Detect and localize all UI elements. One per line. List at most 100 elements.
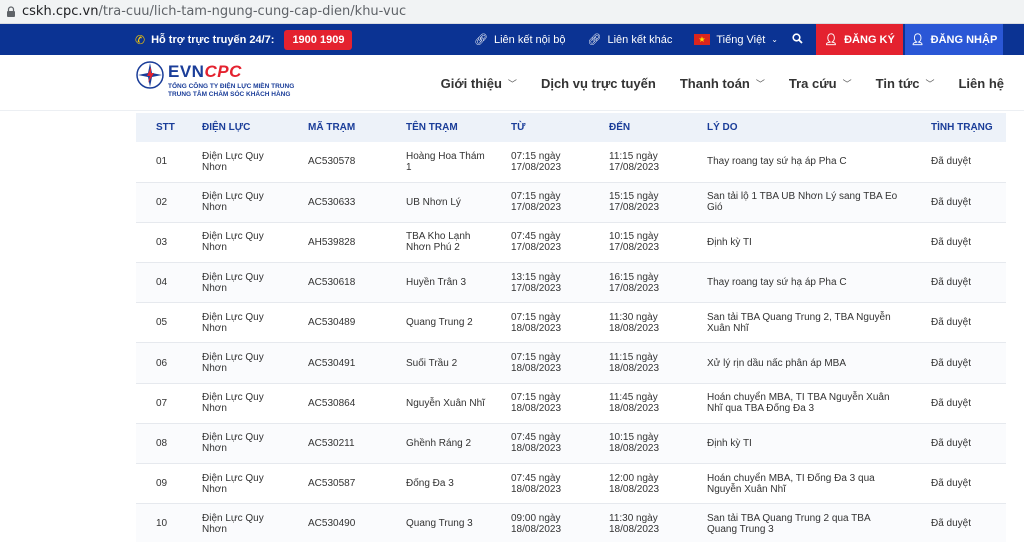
nav-thanh-toan[interactable]: Thanh toán ﹀ [680, 76, 765, 91]
cell-line: Xử lý rịn dầu nấc phân áp MBA [707, 357, 846, 369]
nav-label: Tra cứu [788, 75, 837, 91]
cell-line: Nhơn Phú 2 [406, 242, 460, 254]
cell-line: 17/08/2023 [609, 242, 660, 254]
cell-tu: 07:15 ngày 17/08/2023 [503, 182, 601, 222]
cell-line: Quang Trung 2 [406, 317, 473, 329]
evncpc-logo[interactable]: EVNCPC TỔNG CÔNG TY ĐIỆN LỰC MIỀN TRUNG … [136, 61, 294, 99]
cell-line: 10:15 ngày [609, 231, 659, 243]
login-button[interactable]: 👤︎ ĐĂNG NHẬP [905, 24, 1003, 55]
cell-ly-do: Định kỳ TI [699, 423, 923, 463]
cell-line: Gió [707, 202, 723, 214]
hotline: ✆ Hỗ trợ trực truyến 24/7: 1900 1909 [135, 24, 353, 55]
cell-line: 11:30 ngày [609, 512, 658, 524]
nav-lien-he[interactable]: Liên hệ [958, 76, 1004, 91]
nav-gioi-thieu[interactable]: Giới thiệu ﹀ [441, 76, 517, 91]
cell-dien-luc: Điện Lực Quy Nhơn [194, 263, 300, 303]
cell-line: Nhơn [202, 161, 227, 173]
cell-line: Suối Trầu 2 [406, 357, 458, 369]
nav-tin-tuc[interactable]: Tin tức ﹀ [876, 76, 935, 91]
cell-line: San tải TBA Quang Trung 2 qua TBA [707, 512, 871, 524]
cell-stt: 04 [156, 277, 168, 289]
cell-dien-luc: Điện Lực Quy Nhơn [194, 343, 300, 383]
cell-line: Huyền Trân 3 [406, 277, 467, 289]
cell-ten-tram: Huyền Trân 3 [398, 263, 503, 303]
other-links[interactable]: 🔗︎ Liên kết khác [588, 33, 673, 47]
cell-tu: 07:15 ngày 18/08/2023 [503, 383, 601, 423]
cell-line: 07:15 ngày [511, 311, 561, 323]
lock-icon [0, 5, 22, 18]
cell-line: 17/08/2023 [511, 242, 562, 254]
cell-line: 11:45 ngày [609, 392, 658, 404]
cell-den: 10:15 ngày 17/08/2023 [601, 222, 699, 262]
outage-schedule-table: STT ĐIỆN LỰC MÃ TRẠM TÊN TRẠM TỪ ĐẾN LÝ … [136, 113, 1006, 542]
internal-links-label: Liên kết nội bộ [493, 33, 566, 46]
cell-line: Nhơn [202, 403, 227, 415]
cell-line: Điện Lực Quy [202, 392, 264, 404]
language-selector[interactable]: Tiếng Việt ⌄ [694, 34, 778, 46]
cell-line: 17/08/2023 [511, 202, 562, 214]
cell-line: Nhơn [202, 322, 227, 334]
cell-line: 17/08/2023 [609, 202, 660, 214]
chevron-down-icon: ﹀ [755, 78, 765, 89]
language-label: Tiếng Việt [716, 33, 766, 46]
cell-ma-tram: AC530633 [308, 196, 356, 208]
cell-ten-tram: Hoàng Hoa Thám 1 [398, 142, 503, 182]
cell-line: 13:15 ngày [511, 271, 561, 283]
cell-line: Điện Lực Quy [202, 352, 264, 364]
cell-line: 07:15 ngày [511, 191, 561, 203]
cell-dien-luc: Điện Lực Quy Nhơn [194, 464, 300, 504]
cell-line: 18/08/2023 [511, 483, 562, 495]
cell-ma-tram: AC530864 [308, 397, 356, 409]
cell-line: 07:15 ngày [511, 352, 561, 364]
cell-line: 11:15 ngày [609, 352, 658, 364]
cell-ma-tram: AC530490 [308, 518, 356, 530]
cell-line: Nhơn [202, 202, 227, 214]
cell-line: San tải TBA Quang Trung 2, TBA Nguyễn [707, 311, 891, 323]
column-header: LÝ DO [707, 122, 738, 133]
table-row: 06 Điện Lực Quy Nhơn AC530491 Suối Trầu 2 07:… [136, 342, 1006, 384]
cell-stt: 08 [156, 437, 168, 449]
cell-line: Điện Lực Quy [202, 150, 264, 162]
nav-label: Dịch vụ trực tuyến [540, 75, 656, 91]
cell-tu: 13:15 ngày 17/08/2023 [503, 263, 601, 303]
column-header: TÊN TRẠM [406, 122, 458, 133]
cell-line: 17/08/2023 [511, 282, 562, 294]
cell-tinh-trang: Đã duyệt [931, 196, 972, 208]
cell-ma-tram: AC530578 [308, 156, 356, 168]
cell-ly-do: Xử lý rịn dầu nấc phân áp MBA [699, 343, 923, 383]
cell-line: Điện Lực Quy [202, 311, 264, 323]
cell-ly-do: San tải lộ 1 TBA UB Nhơn Lý sang TBA Eo G… [699, 182, 923, 222]
browser-url[interactable]: cskh.cpc.vn/tra-cuu/lich-tam-ngung-cung-… [22, 4, 406, 19]
cell-line: Điện Lực Quy [202, 472, 264, 484]
table-row: 03 Điện Lực Quy Nhơn AH539828 TBA Kho Lạnh Nh… [136, 222, 1006, 263]
cell-dien-luc: Điện Lực Quy Nhơn [194, 142, 300, 182]
browser-address-bar[interactable]: cskh.cpc.vn/tra-cuu/lich-tam-ngung-cung-… [0, 0, 1024, 24]
cell-ly-do: Hoán chuyển MBA, TI TBA Nguyễn Xuân Nhĩ q… [699, 383, 923, 423]
internal-links[interactable]: 🔗︎ Liên kết nội bộ [474, 33, 566, 47]
cell-line: 11:15 ngày [609, 150, 658, 162]
register-button[interactable]: 👤︎ ĐĂNG KÝ [816, 24, 903, 55]
cell-tu: 07:45 ngày 18/08/2023 [503, 464, 601, 504]
nav-label: Tin tức [875, 75, 920, 91]
column-header: STT [156, 122, 175, 133]
column-header: TÌNH TRẠNG [931, 122, 993, 133]
logo-subtitle-1: TỔNG CÔNG TY ĐIỆN LỰC MIỀN TRUNG [168, 83, 295, 90]
cell-den: 11:15 ngày 18/08/2023 [601, 343, 699, 383]
main-nav: Giới thiệu ﹀ Dịch vụ trực tuyến Thanh toá… [417, 55, 1004, 111]
logo-brand-evn: EVN [168, 62, 205, 81]
search-icon[interactable] [792, 32, 803, 47]
cell-tinh-trang: Đã duyệt [931, 317, 972, 329]
cell-line: 18/08/2023 [609, 403, 660, 415]
nav-label: Liên hệ [958, 75, 1004, 91]
nav-dich-vu[interactable]: Dịch vụ trực tuyến [541, 76, 656, 91]
cell-line: Hoàng Hoa Thám [406, 150, 485, 162]
hotline-number[interactable]: 1900 1909 [284, 29, 353, 50]
table-row: 08 Điện Lực Quy Nhơn AC530211 Ghềnh Ráng 2 07… [136, 423, 1006, 464]
cell-line: Điện Lực Quy [202, 432, 264, 444]
cell-ten-tram: Đống Đa 3 [398, 464, 503, 504]
cell-den: 11:30 ngày 18/08/2023 [601, 303, 699, 343]
nav-tra-cuu[interactable]: Tra cứu ﹀ [789, 76, 852, 91]
cell-dien-luc: Điện Lực Quy Nhơn [194, 182, 300, 222]
cell-tinh-trang: Đã duyệt [931, 277, 972, 289]
cell-line: 18/08/2023 [511, 443, 562, 455]
